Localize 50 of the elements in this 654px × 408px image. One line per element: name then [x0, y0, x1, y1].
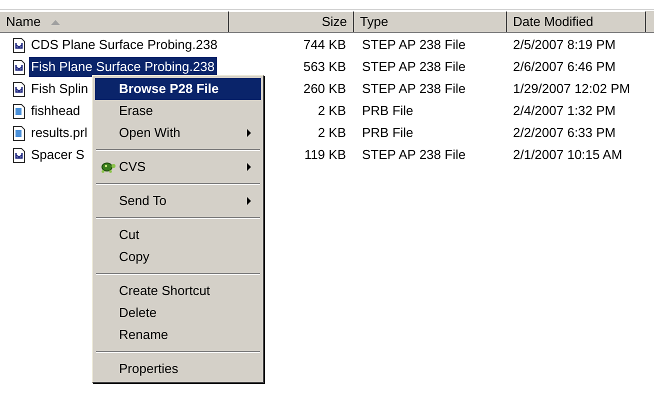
file-type: PRB File [361, 102, 414, 120]
document-icon [13, 148, 25, 162]
submenu-arrow-icon [247, 197, 251, 205]
file-name[interactable]: fishhead [29, 101, 82, 121]
menu-item[interactable]: Open With [95, 122, 261, 144]
menu-item[interactable]: Copy [95, 246, 261, 268]
file-date: 2/2/2007 6:33 PM [512, 124, 617, 142]
menu-item[interactable]: Erase [95, 100, 261, 122]
menu-item[interactable]: Create Shortcut [95, 280, 261, 302]
menu-item[interactable]: Send To [95, 190, 261, 212]
file-name[interactable]: Fish Plane Surface Probing.238 [29, 57, 217, 77]
file-type: PRB File [361, 124, 414, 142]
submenu-arrow-icon [247, 129, 251, 137]
document-icon [13, 126, 25, 140]
file-type: STEP AP 238 File [361, 146, 467, 164]
file-type: STEP AP 238 File [361, 80, 467, 98]
file-size: 119 KB [304, 146, 346, 164]
file-size: 260 KB [303, 80, 346, 98]
menu-item[interactable]: Rename [95, 324, 261, 346]
file-date: 2/6/2007 6:46 PM [512, 58, 617, 76]
document-icon [13, 104, 25, 118]
column-header[interactable]: Date Modified [507, 11, 646, 32]
file-date: 1/29/2007 12:02 PM [512, 80, 632, 98]
file-date: 2/1/2007 10:15 AM [512, 146, 624, 164]
file-name[interactable]: Spacer S [29, 145, 86, 165]
file-name[interactable]: Fish Splin [29, 79, 90, 99]
file-size: 744 KB [303, 36, 346, 54]
column-header[interactable]: Size [229, 11, 354, 32]
file-size: 563 KB [303, 58, 346, 76]
menu-item[interactable]: CVS [95, 156, 261, 178]
document-icon [13, 60, 25, 74]
column-header[interactable]: Name [0, 11, 229, 32]
document-icon [13, 38, 25, 52]
menu-item[interactable]: Cut [95, 224, 261, 246]
submenu-arrow-icon [247, 163, 251, 171]
menu-item[interactable]: Delete [95, 302, 261, 324]
file-size: 2 KB [318, 124, 346, 142]
file-type: STEP AP 238 File [361, 36, 467, 54]
menu-item[interactable]: Properties [95, 358, 261, 380]
menu-item[interactable]: Browse P28 File [95, 78, 261, 100]
column-header[interactable]: Type [354, 11, 507, 32]
document-icon [13, 82, 25, 96]
file-name[interactable]: CDS Plane Surface Probing.238 [29, 35, 220, 55]
file-name[interactable]: results.prl [29, 123, 90, 143]
file-date: 2/5/2007 8:19 PM [512, 36, 617, 54]
file-type: STEP AP 238 File [361, 58, 467, 76]
turtle-icon [100, 161, 116, 173]
file-size: 2 KB [318, 102, 346, 120]
file-date: 2/4/2007 1:32 PM [512, 102, 617, 120]
sort-up-icon [50, 20, 60, 24]
